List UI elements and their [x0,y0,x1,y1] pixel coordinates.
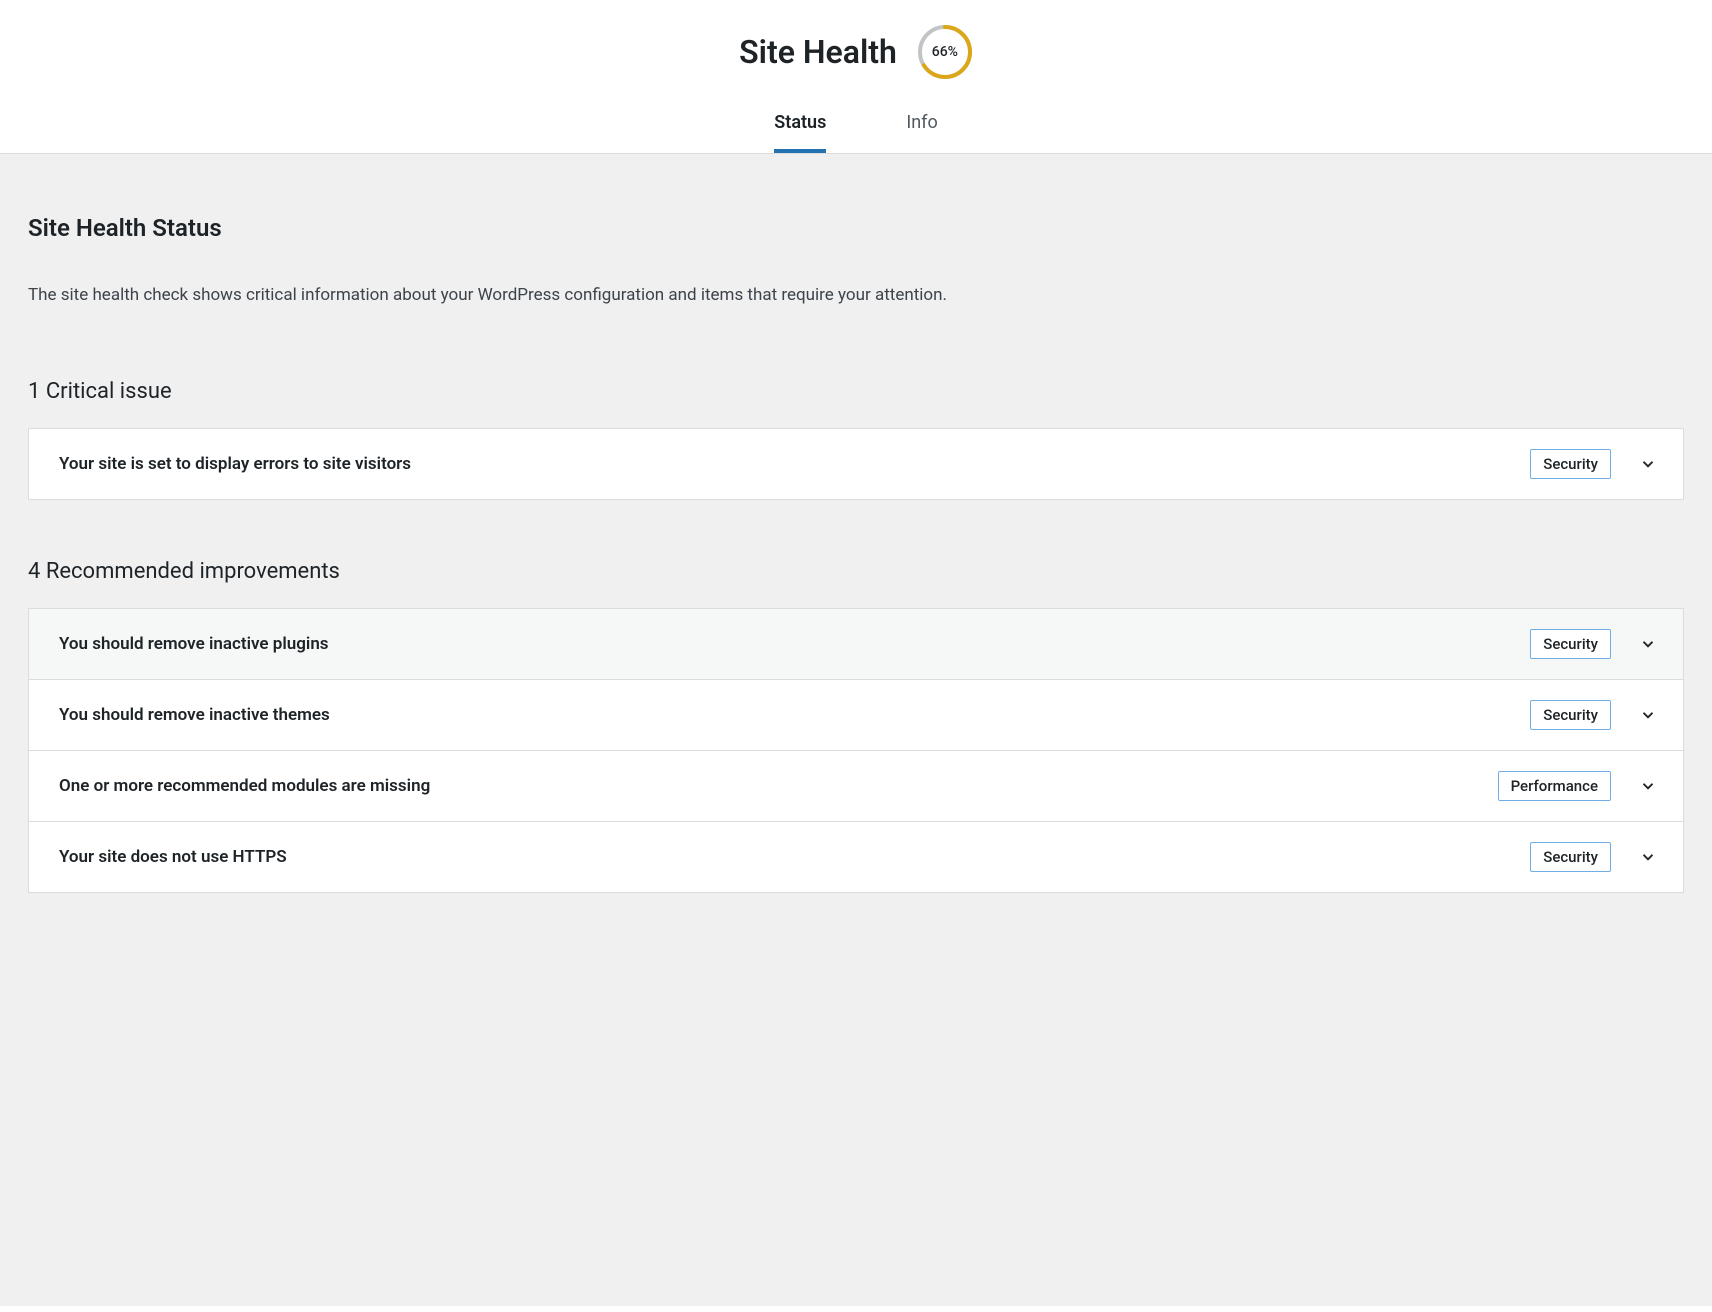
issue-row[interactable]: You should remove inactive themes Securit… [28,679,1684,751]
issue-meta: Security [1530,629,1659,659]
issue-title: Your site does not use HTTPS [59,847,287,867]
issue-row[interactable]: Your site does not use HTTPS Security [28,821,1684,893]
issue-title: You should remove inactive plugins [59,634,329,654]
tab-status[interactable]: Status [774,100,826,153]
health-progress-indicator: 66% [917,24,973,80]
chevron-down-icon [1637,633,1659,655]
status-description: The site health check shows critical inf… [28,282,1684,309]
category-badge: Security [1530,700,1611,730]
issue-meta: Security [1530,700,1659,730]
category-badge: Security [1530,629,1611,659]
issue-title: One or more recommended modules are miss… [59,776,430,796]
issue-row[interactable]: You should remove inactive plugins Securi… [28,608,1684,680]
status-heading: Site Health Status [28,214,1684,242]
chevron-down-icon [1637,775,1659,797]
chevron-down-icon [1637,846,1659,868]
issue-title: You should remove inactive themes [59,705,330,725]
issue-row[interactable]: Your site is set to display errors to si… [28,428,1684,500]
critical-issue-list: Your site is set to display errors to si… [28,428,1684,500]
issue-title: Your site is set to display errors to si… [59,454,411,474]
issue-row[interactable]: One or more recommended modules are miss… [28,750,1684,822]
tab-info[interactable]: Info [906,100,937,153]
header: Site Health 66% Status Info [0,0,1712,154]
category-badge: Performance [1498,771,1611,801]
progress-percentage-label: 66% [917,24,973,80]
tabs: Status Info [0,100,1712,154]
chevron-down-icon [1637,453,1659,475]
body: Site Health Status The site health check… [0,154,1712,1306]
category-badge: Security [1530,449,1611,479]
issue-meta: Performance [1498,771,1659,801]
issue-meta: Security [1530,842,1659,872]
recommended-heading: 4 Recommended improvements [28,559,1684,584]
recommended-issue-list: You should remove inactive plugins Securi… [28,608,1684,893]
title-row: Site Health 66% [0,24,1712,100]
category-badge: Security [1530,842,1611,872]
page-title: Site Health [739,33,897,71]
issue-meta: Security [1530,449,1659,479]
chevron-down-icon [1637,704,1659,726]
critical-heading: 1 Critical issue [28,379,1684,404]
